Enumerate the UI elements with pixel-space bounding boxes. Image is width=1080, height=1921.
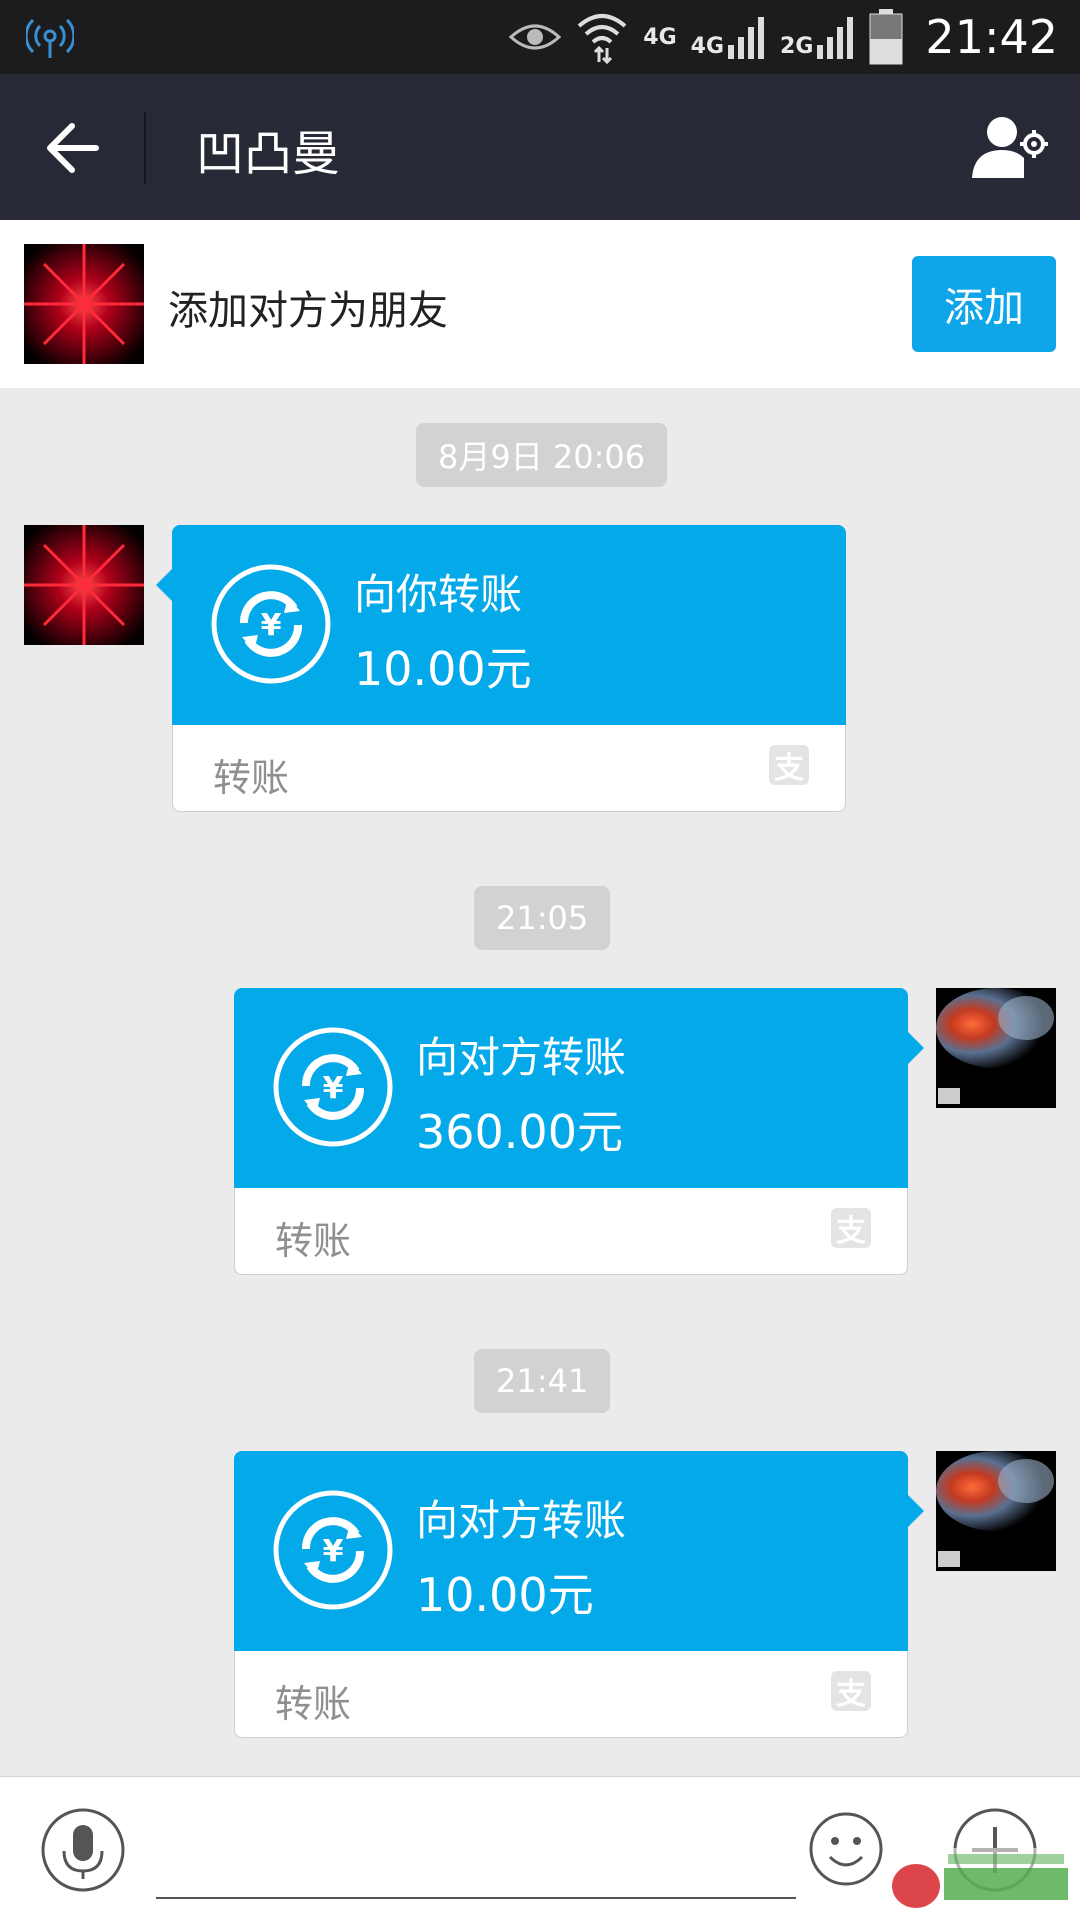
transfer-title: 向对方转账 <box>416 1033 627 1082</box>
my-avatar[interactable] <box>936 1451 1056 1571</box>
transfer-message[interactable]: ¥ 向对方转账 10.00元 转账 支 <box>234 1451 924 1739</box>
bubble-tail <box>908 1032 924 1064</box>
emoji-icon[interactable] <box>808 1811 884 1887</box>
signal-strength-1: 4G <box>691 15 766 59</box>
alipay-icon: 支 <box>831 1208 871 1249</box>
signal-strength-2: 2G <box>780 15 855 59</box>
transfer-card-footer: 转账 支 <box>234 1651 908 1738</box>
broadcast-icon <box>26 18 74 58</box>
network-type-3: 2G <box>780 34 814 59</box>
eye-icon <box>509 24 562 50</box>
wifi-icon <box>577 14 627 64</box>
title-divider <box>144 112 146 184</box>
transfer-card-footer: 转账 支 <box>172 725 846 812</box>
transfer-message[interactable]: ¥ 向对方转账 360.00元 转账 支 <box>234 988 924 1276</box>
transfer-card-header: ¥ 向你转账 10.00元 <box>172 525 846 725</box>
transfer-amount: 10.00元 <box>354 642 532 696</box>
add-friend-bar: 添加对方为朋友 添加 <box>0 220 1080 388</box>
message-timestamp: 21:41 <box>474 1349 611 1413</box>
bubble-tail <box>908 1495 924 1527</box>
chat-title: 凹凸曼 <box>196 126 341 182</box>
add-friend-prompt: 添加对方为朋友 <box>168 288 448 334</box>
transfer-label: 转账 <box>275 1219 352 1263</box>
back-arrow-icon[interactable] <box>42 118 102 178</box>
signal-bars-icon <box>728 17 765 59</box>
alipay-icon: 支 <box>831 1671 871 1712</box>
transfer-amount: 360.00元 <box>416 1105 623 1159</box>
svg-text:¥: ¥ <box>261 608 282 643</box>
bubble-tail <box>156 569 172 601</box>
voice-input-icon[interactable] <box>40 1807 126 1893</box>
network-type-1: 4G <box>643 24 677 50</box>
transfer-card-header: ¥ 向对方转账 360.00元 <box>234 988 908 1188</box>
message-input[interactable] <box>156 1897 796 1899</box>
signal-bars-icon <box>817 17 854 59</box>
contact-settings-icon[interactable] <box>972 114 1050 180</box>
message-timestamp: 8月9日 20:06 <box>416 423 668 487</box>
add-friend-button[interactable]: 添加 <box>912 256 1056 352</box>
battery-icon <box>869 9 903 65</box>
title-bar: 凹凸曼 <box>0 74 1080 220</box>
transfer-label: 转账 <box>213 756 290 800</box>
transfer-title: 向你转账 <box>354 570 523 619</box>
watermark-logo <box>888 1848 1072 1916</box>
svg-text:¥: ¥ <box>323 1071 344 1106</box>
transfer-label: 转账 <box>275 1682 352 1726</box>
clock: 21:42 <box>925 10 1058 64</box>
transfer-yuan-icon: ¥ <box>273 1027 393 1147</box>
transfer-yuan-icon: ¥ <box>211 564 331 684</box>
message-timestamp: 21:05 <box>474 886 611 950</box>
contact-avatar[interactable] <box>24 244 144 364</box>
transfer-card-footer: 转账 支 <box>234 1188 908 1275</box>
transfer-yuan-icon: ¥ <box>273 1490 393 1610</box>
contact-avatar[interactable] <box>24 525 144 645</box>
my-avatar[interactable] <box>936 988 1056 1108</box>
transfer-amount: 10.00元 <box>416 1568 594 1622</box>
transfer-message[interactable]: ¥ 向你转账 10.00元 转账 支 <box>156 525 846 813</box>
svg-text:¥: ¥ <box>323 1534 344 1569</box>
alipay-icon: 支 <box>769 745 809 786</box>
transfer-title: 向对方转账 <box>416 1496 627 1545</box>
transfer-card-header: ¥ 向对方转账 10.00元 <box>234 1451 908 1651</box>
network-type-2: 4G <box>690 34 725 59</box>
status-bar: 4G 4G 2G 21:42 <box>0 0 1080 74</box>
